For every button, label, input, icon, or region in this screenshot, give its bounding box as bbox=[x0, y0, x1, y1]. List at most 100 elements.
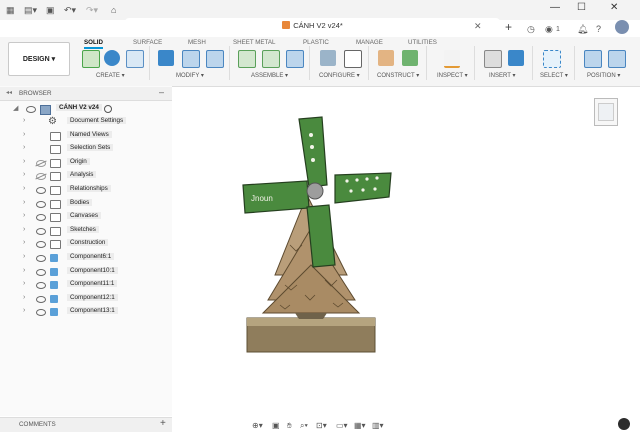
browser-item[interactable]: › Sketches bbox=[0, 225, 172, 237]
redo-icon[interactable]: ↷▾ bbox=[86, 4, 98, 16]
browser-item[interactable]: › Named Views bbox=[0, 130, 172, 142]
tab-solid[interactable]: SOLID bbox=[84, 39, 103, 49]
browser-minimize-icon[interactable]: – bbox=[159, 87, 164, 97]
maximize-button[interactable]: ☐ bbox=[577, 2, 586, 13]
visibility-icon[interactable] bbox=[36, 241, 46, 249]
blade-top[interactable] bbox=[298, 116, 328, 188]
expand-arrow-icon[interactable]: › bbox=[23, 226, 25, 233]
visibility-icon[interactable] bbox=[36, 159, 46, 167]
expand-arrow-icon[interactable]: › bbox=[23, 280, 25, 287]
assistant-icon[interactable] bbox=[618, 418, 630, 430]
tab-manage[interactable]: MANAGE bbox=[356, 39, 383, 46]
viewcube[interactable] bbox=[594, 98, 618, 126]
joint-origin-icon[interactable] bbox=[286, 50, 304, 68]
browser-header[interactable]: ◂◂ BROWSER – bbox=[0, 87, 172, 101]
fit-icon[interactable]: ⊡▾ bbox=[316, 421, 327, 430]
visibility-icon[interactable] bbox=[36, 309, 46, 317]
configure-table-icon[interactable] bbox=[344, 50, 362, 68]
offset-plane-icon[interactable] bbox=[378, 50, 394, 66]
parameters-icon[interactable] bbox=[320, 50, 336, 66]
expand-arrow-icon[interactable]: › bbox=[23, 171, 25, 178]
workspace-switcher[interactable]: DESIGN ▾ bbox=[8, 42, 70, 76]
help-icon[interactable]: ? bbox=[596, 23, 601, 35]
visibility-icon[interactable] bbox=[36, 214, 46, 222]
group-insert[interactable]: INSERT ▾ bbox=[489, 72, 515, 79]
collapse-arrow-icon[interactable]: ◢ bbox=[13, 104, 18, 112]
expand-arrow-icon[interactable]: › bbox=[23, 144, 25, 151]
viewcube-front-face[interactable] bbox=[598, 103, 614, 121]
select-icon[interactable] bbox=[543, 50, 561, 68]
new-component-icon[interactable] bbox=[82, 50, 100, 68]
tab-sheet-metal[interactable]: SHEET METAL bbox=[233, 39, 275, 46]
browser-root-row[interactable]: ◢ CÁNH V2 v24 bbox=[0, 103, 172, 115]
job-status-icon[interactable]: ◷ bbox=[527, 23, 535, 35]
group-assemble[interactable]: ASSEMBLE ▾ bbox=[251, 72, 288, 79]
save-icon[interactable]: ▣ bbox=[46, 4, 55, 16]
extensions-icon[interactable]: ◉ bbox=[545, 23, 553, 35]
notifications-icon[interactable]: 🔔︎ bbox=[577, 23, 588, 35]
revolve-icon[interactable] bbox=[126, 50, 144, 68]
expand-arrow-icon[interactable]: › bbox=[23, 131, 25, 138]
viewports-icon[interactable]: ▥▾ bbox=[372, 421, 384, 430]
chamfer-icon[interactable] bbox=[206, 50, 224, 68]
tab-mesh[interactable]: MESH bbox=[188, 39, 206, 46]
expand-arrow-icon[interactable]: › bbox=[23, 294, 25, 301]
fillet-icon[interactable] bbox=[182, 50, 200, 68]
expand-arrow-icon[interactable]: › bbox=[23, 212, 25, 219]
visibility-icon[interactable] bbox=[36, 227, 46, 235]
expand-arrow-icon[interactable]: › bbox=[23, 253, 25, 260]
zoom-icon[interactable]: ⌕▾ bbox=[300, 421, 308, 431]
file-menu-icon[interactable]: ▤▾ bbox=[24, 4, 37, 16]
expand-arrow-icon[interactable]: › bbox=[23, 158, 25, 165]
measure-icon[interactable] bbox=[444, 50, 460, 68]
visibility-icon[interactable] bbox=[36, 187, 46, 194]
browser-item[interactable]: › ⚙ Document Settings bbox=[0, 116, 172, 128]
browser-item[interactable]: › Component13:1 bbox=[0, 306, 172, 318]
windmill-model[interactable]: Jnoun bbox=[235, 115, 395, 360]
expand-arrow-icon[interactable]: › bbox=[23, 117, 25, 124]
look-at-icon[interactable]: ▣ bbox=[272, 421, 280, 430]
avatar[interactable] bbox=[615, 20, 629, 34]
midplane-icon[interactable] bbox=[402, 50, 418, 66]
browser-item[interactable]: › Component6:1 bbox=[0, 252, 172, 264]
visibility-icon[interactable] bbox=[36, 200, 46, 208]
browser-item[interactable]: › Selection Sets bbox=[0, 143, 172, 155]
grid-settings-icon[interactable]: ▦▾ bbox=[354, 421, 366, 430]
group-modify[interactable]: MODIFY ▾ bbox=[176, 72, 204, 79]
activate-radio-icon[interactable] bbox=[104, 105, 112, 113]
tab-utilities[interactable]: UTILITIES bbox=[408, 39, 437, 46]
expand-arrow-icon[interactable]: › bbox=[23, 185, 25, 192]
browser-collapse-icon[interactable]: ◂◂ bbox=[6, 89, 12, 96]
tab-plastic[interactable]: PLASTIC bbox=[303, 39, 329, 46]
expand-arrow-icon[interactable]: › bbox=[23, 199, 25, 206]
expand-arrow-icon[interactable]: › bbox=[23, 307, 25, 314]
expand-arrow-icon[interactable]: › bbox=[23, 239, 25, 246]
undo-icon[interactable]: ↶▾ bbox=[64, 4, 76, 16]
position-icon[interactable] bbox=[608, 50, 626, 68]
new-tab-icon[interactable]: + bbox=[505, 20, 512, 34]
tab-surface[interactable]: SURFACE bbox=[133, 39, 162, 46]
rotor-hub[interactable] bbox=[306, 182, 324, 200]
home-icon[interactable]: ⌂ bbox=[111, 4, 116, 16]
browser-item[interactable]: › Origin bbox=[0, 157, 172, 169]
visibility-icon[interactable] bbox=[36, 295, 46, 303]
expand-arrow-icon[interactable]: › bbox=[23, 267, 25, 274]
minimize-button[interactable]: — bbox=[550, 2, 560, 13]
browser-item[interactable]: › Construction bbox=[0, 238, 172, 250]
group-inspect[interactable]: INSPECT ▾ bbox=[437, 72, 468, 79]
orbit-icon[interactable]: ⊕▾ bbox=[252, 421, 263, 430]
insert-derive-icon[interactable] bbox=[484, 50, 502, 68]
app-grid-icon[interactable]: ▦ bbox=[6, 4, 15, 16]
browser-item[interactable]: › Component10:1 bbox=[0, 266, 172, 278]
as-built-joint-icon[interactable] bbox=[262, 50, 280, 68]
add-comment-icon[interactable]: + bbox=[160, 418, 166, 429]
visibility-icon[interactable] bbox=[36, 173, 46, 181]
browser-item[interactable]: › Analysis bbox=[0, 170, 172, 182]
align-icon[interactable] bbox=[584, 50, 602, 68]
extrude-icon[interactable] bbox=[104, 50, 120, 66]
browser-item[interactable]: › Relationships bbox=[0, 184, 172, 196]
tab-close-icon[interactable]: ✕ bbox=[474, 21, 482, 32]
group-configure[interactable]: CONFIGURE ▾ bbox=[319, 72, 360, 79]
visibility-icon[interactable] bbox=[26, 106, 36, 113]
blade-right[interactable] bbox=[334, 172, 392, 204]
